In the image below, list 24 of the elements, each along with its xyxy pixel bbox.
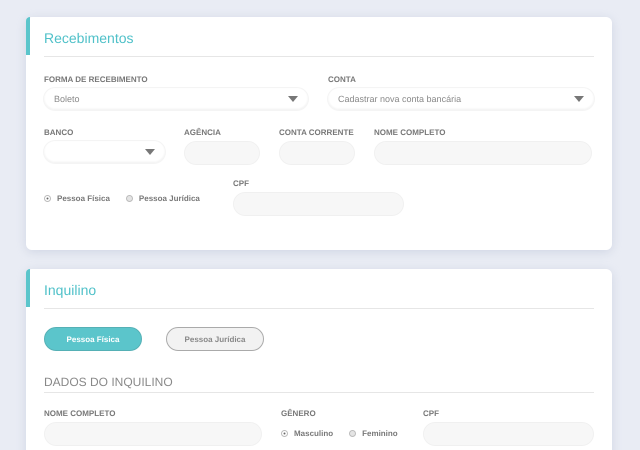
field-label: CPF [423,409,440,420]
field-label: AGÊNCIA [184,128,222,139]
caret-icon [574,96,584,102]
payment-method-select[interactable]: Boleto [44,88,308,110]
radio-option[interactable]: Masculino [281,427,334,439]
caret-icon [145,149,155,155]
field-label: GÊNERO [281,409,317,420]
field-label: FORMA DE RECEBIMENTO [44,75,149,86]
section-title: Recebimentos [44,29,134,48]
field-label: CPF [233,179,250,190]
account-select[interactable]: Cadastrar nova conta bancária [328,88,594,110]
field-label: BANCO [44,128,74,139]
radio-option[interactable]: Pessoa Física [44,192,110,204]
subsection-title: DADOS DO INQUILINO [44,375,174,391]
caret-icon [288,96,298,102]
person-type-button[interactable]: Pessoa Jurídica [166,327,264,351]
field-label: CONTA [328,75,357,86]
bank-select[interactable] [44,141,165,163]
field-label: NOME COMPLETO [374,128,446,139]
radio-option[interactable]: Pessoa Jurídica [126,192,200,204]
radio-option[interactable]: Feminino [349,427,398,439]
field-label: NOME COMPLETO [44,409,116,420]
section-title: Inquilino [44,281,98,300]
field-label: CONTA CORRENTE [279,128,355,139]
